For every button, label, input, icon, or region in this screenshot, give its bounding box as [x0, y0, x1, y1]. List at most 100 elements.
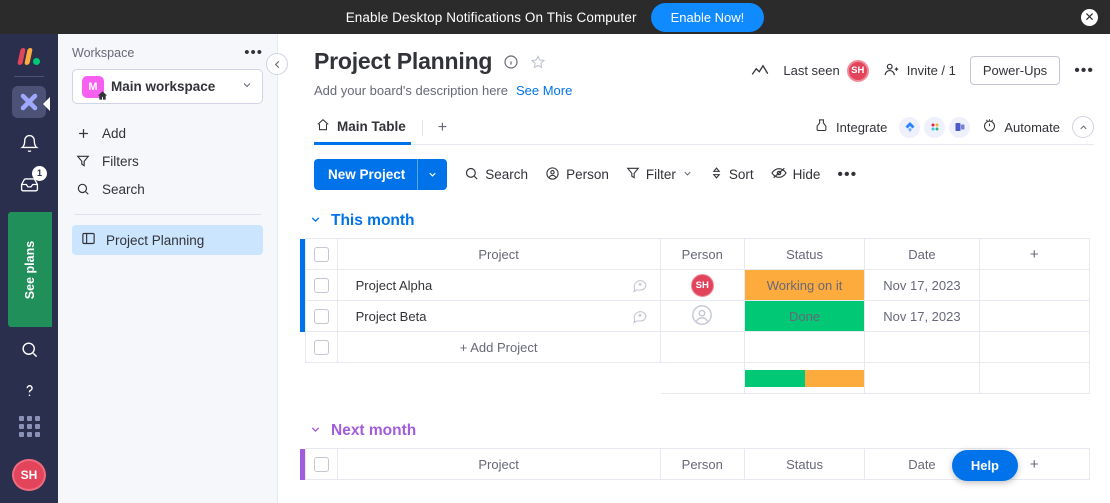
group-title[interactable]: This month [331, 212, 415, 230]
tab-main-table[interactable]: Main Table [314, 112, 411, 145]
cell-status[interactable]: Done [743, 300, 866, 332]
add-project-button[interactable]: + Add Project [336, 331, 661, 363]
plus-icon: + [1029, 245, 1039, 263]
collapse-header-chevron-up-icon[interactable] [1072, 116, 1094, 138]
sort-icon [710, 166, 723, 183]
row-select-cell [304, 300, 338, 332]
column-header-status[interactable]: Status [743, 448, 866, 480]
last-seen[interactable]: Last seen SH [783, 59, 869, 82]
column-header-status[interactable]: Status [743, 238, 866, 270]
add-comment-icon[interactable] [632, 277, 648, 293]
inbox-icon[interactable]: 1 [12, 166, 47, 200]
toolbar-sort-button[interactable]: Sort [710, 166, 754, 183]
workspace-menu-search[interactable]: Search [72, 175, 263, 203]
search-icon [75, 182, 91, 196]
funnel-icon [75, 154, 91, 168]
cell-date[interactable]: Nov 17, 2023 [864, 269, 980, 301]
eye-hide-icon [770, 166, 787, 183]
workspace-menu-add[interactable]: Add [72, 119, 263, 147]
chevron-down-icon[interactable] [309, 423, 322, 439]
summary-date-empty [864, 362, 980, 394]
chevron-down-icon[interactable] [309, 213, 322, 229]
status-summary-cell[interactable] [743, 362, 866, 394]
workspace-more-icon[interactable]: ••• [244, 45, 263, 60]
row-select-cell [304, 331, 338, 363]
select-all-checkbox[interactable] [313, 246, 329, 262]
cell-status[interactable]: Working on it [743, 269, 866, 301]
cell-date[interactable]: Nov 17, 2023 [864, 300, 980, 332]
cell-project[interactable]: Project Alpha [336, 269, 661, 301]
help-button[interactable]: Help [951, 450, 1018, 481]
slack-icon[interactable] [924, 116, 946, 138]
activity-graph-icon[interactable] [751, 64, 769, 78]
left-icon-rail: 1 SH See plans [0, 34, 58, 503]
summary-segment-done [744, 369, 805, 387]
column-header-project[interactable]: Project [336, 448, 661, 480]
workspace-header: Workspace ••• [72, 45, 263, 60]
add-column-button[interactable]: + [978, 238, 1091, 270]
integrate-button[interactable]: Integrate [814, 118, 887, 136]
app-switcher-icon[interactable] [12, 85, 50, 119]
column-header-person[interactable]: Person [659, 448, 745, 480]
workspace-selector[interactable]: M Main workspace [72, 69, 263, 104]
row-checkbox[interactable] [313, 308, 329, 324]
info-icon[interactable] [503, 54, 519, 70]
person-avatar[interactable]: SH [690, 273, 714, 297]
toolbar-filter-label: Filter [645, 167, 676, 182]
toolbar-search-label: Search [485, 167, 529, 182]
row-checkbox[interactable] [313, 277, 329, 293]
toolbar-person-label: Person [566, 167, 609, 182]
integrate-label: Integrate [836, 119, 888, 135]
invite-person-icon [883, 61, 900, 81]
automate-button[interactable]: Automate [982, 118, 1060, 136]
chevron-down-icon[interactable] [418, 159, 447, 190]
column-header-person[interactable]: Person [659, 238, 745, 270]
notifications-bell-icon[interactable] [12, 127, 46, 159]
row-checkbox[interactable] [313, 339, 329, 355]
empty-person-icon[interactable] [691, 304, 713, 329]
add-comment-icon[interactable] [632, 308, 648, 324]
new-project-label: New Project [328, 167, 406, 182]
toolbar-person-button[interactable]: Person [545, 166, 609, 184]
toolbar-filter-button[interactable]: Filter [626, 166, 693, 183]
user-avatar[interactable]: SH [12, 458, 46, 491]
search-icon[interactable] [12, 333, 46, 365]
chevron-down-icon [241, 78, 253, 96]
rail-divider [14, 75, 44, 77]
close-icon[interactable]: ✕ [1081, 9, 1098, 26]
see-plans-badge[interactable]: See plans [8, 212, 52, 327]
see-more-link[interactable]: See More [516, 83, 572, 98]
toolbar-hide-button[interactable]: Hide [770, 166, 820, 183]
teams-icon[interactable] [949, 116, 971, 138]
help-question-icon[interactable] [12, 374, 46, 406]
cell-empty [978, 331, 1091, 363]
collapse-sidebar-chevron-left-icon[interactable] [266, 53, 288, 75]
new-project-button[interactable]: New Project [314, 159, 448, 190]
apps-grid-icon[interactable] [18, 415, 40, 437]
toolbar-search-button[interactable]: Search [464, 166, 528, 184]
enable-notifications-button[interactable]: Enable Now! [650, 2, 765, 32]
favorite-star-icon[interactable] [530, 54, 546, 70]
cell-empty [864, 331, 980, 363]
board-more-icon[interactable]: ••• [1074, 62, 1094, 78]
select-all-checkbox[interactable] [313, 456, 329, 472]
workspace-menu-filters[interactable]: Filters [72, 147, 263, 175]
invite-button[interactable]: Invite / 1 [883, 61, 956, 81]
sidebar-item-project-planning[interactable]: Project Planning [72, 225, 263, 255]
cell-project[interactable]: Project Beta [336, 300, 661, 332]
table-row: Project Beta Done Nov 17, 2023 [300, 300, 1091, 332]
plus-icon [75, 126, 91, 141]
board-description[interactable]: Add your board's description here [314, 83, 508, 98]
jira-icon[interactable] [899, 116, 921, 138]
monday-logo-icon[interactable] [16, 44, 40, 65]
column-header-project[interactable]: Project [336, 238, 661, 270]
add-tab-icon[interactable]: + [434, 119, 451, 137]
cell-person[interactable]: SH [659, 269, 745, 301]
toolbar-more-icon[interactable]: ••• [837, 166, 857, 182]
group-title[interactable]: Next month [331, 422, 416, 440]
power-ups-button[interactable]: Power-Ups [969, 56, 1061, 85]
column-header-date[interactable]: Date [864, 238, 980, 270]
cell-empty [978, 300, 1091, 332]
cell-person[interactable] [659, 300, 745, 332]
board-header-actions: Last seen SH Invite / 1 Power-Ups ••• [751, 56, 1094, 85]
